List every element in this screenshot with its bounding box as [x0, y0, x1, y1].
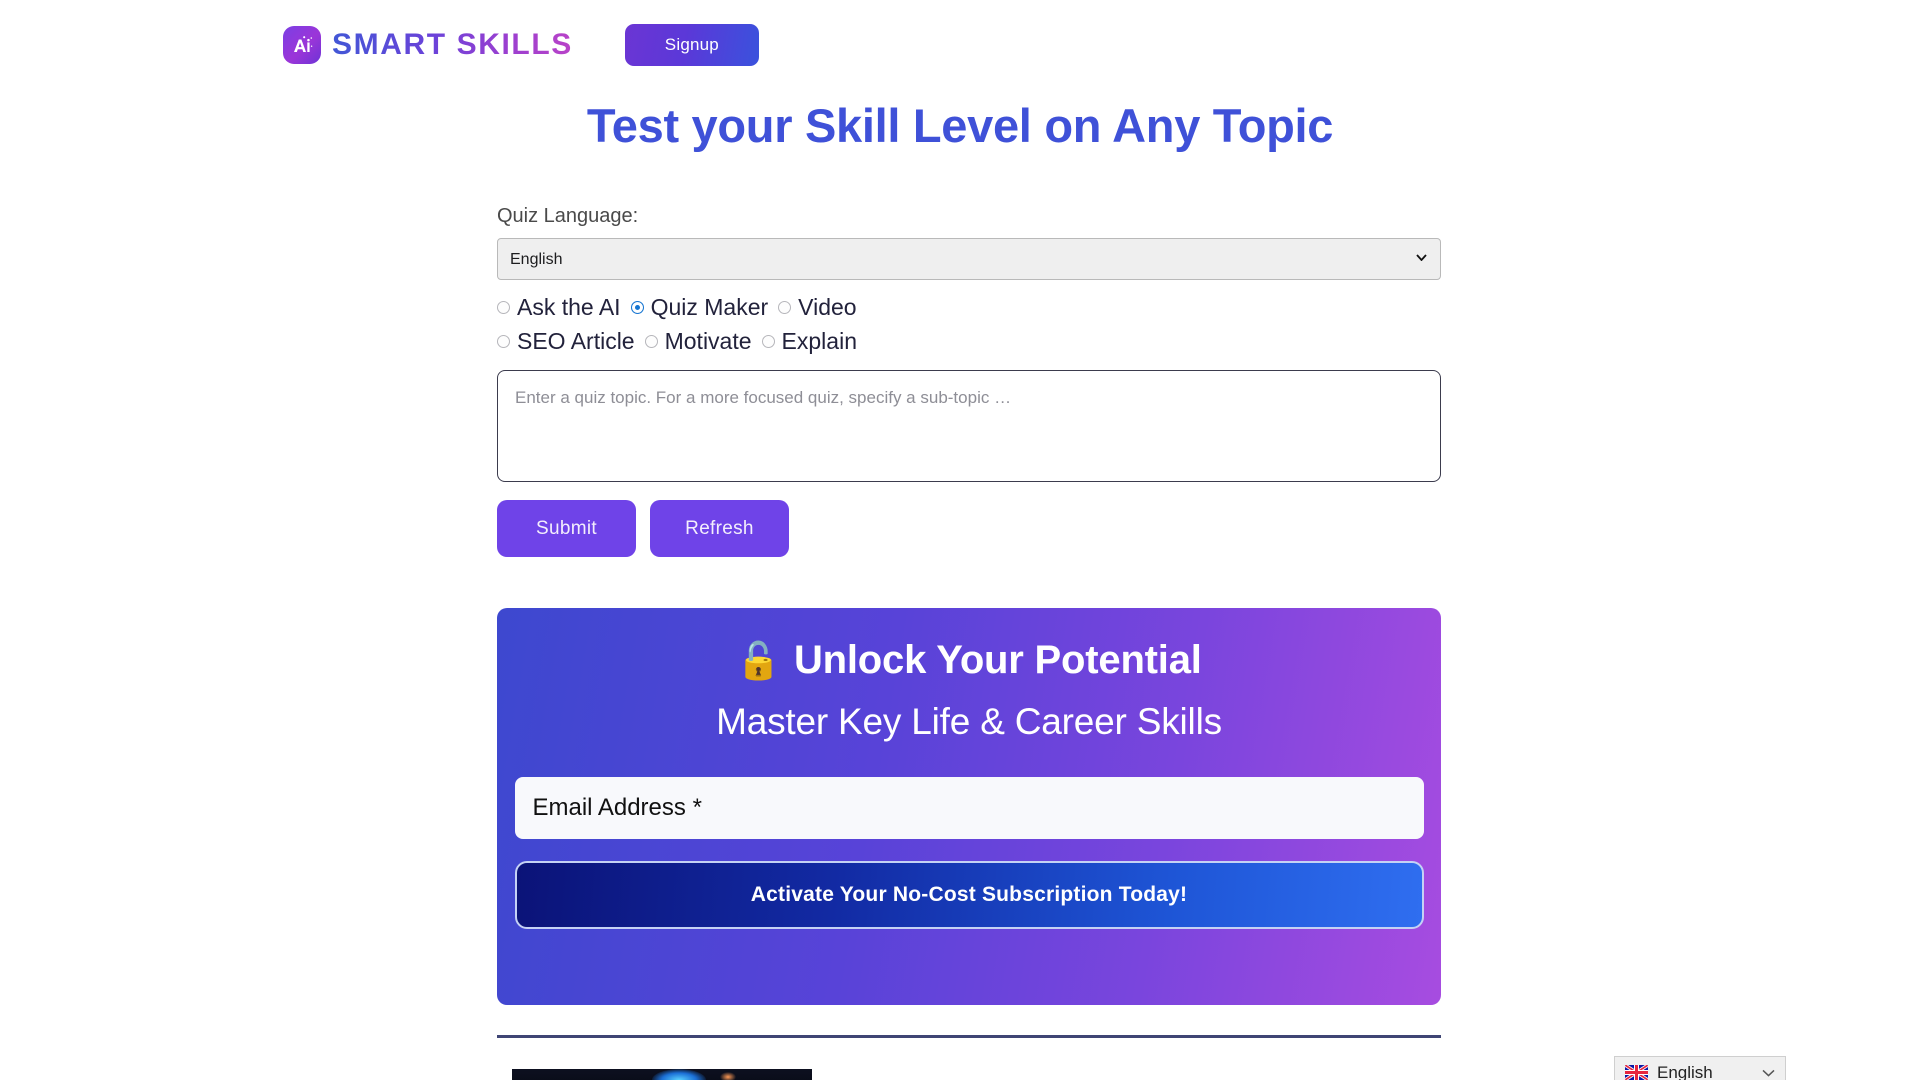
radio-label: Ask the AI [517, 294, 621, 320]
promo-title: 🔓 Unlock Your Potential [512, 638, 1426, 683]
brand-name: SMART SKILLS [332, 28, 573, 61]
radio-label: Video [798, 294, 857, 320]
radio-dot-selected-icon[interactable] [630, 301, 644, 314]
radio-dot-icon[interactable] [778, 301, 792, 314]
promo-title-text: Unlock Your Potential [793, 638, 1202, 682]
radio-dot-icon[interactable] [761, 335, 775, 348]
radio-label: Explain [781, 328, 857, 354]
radio-label: SEO Article [517, 328, 635, 354]
uk-flag-icon [1625, 1065, 1648, 1080]
app-logo-icon [283, 26, 321, 64]
newsletter-promo-card: 🔓 Unlock Your Potential Master Key Life … [497, 608, 1441, 1005]
section-divider [497, 1035, 1441, 1038]
radio-video[interactable]: Video [778, 294, 857, 321]
mode-radio-row-2: SEO Article Motivate Explain [497, 328, 1441, 355]
email-field[interactable] [514, 777, 1424, 839]
form-actions: Submit Refresh [497, 500, 1441, 557]
language-switcher-label: English [1657, 1062, 1713, 1080]
mode-radio-row-1: Ask the AI Quiz Maker Video [497, 294, 1441, 321]
page-title: Test your Skill Level on Any Topic [586, 99, 1334, 152]
chevron-down-icon [1762, 1069, 1775, 1077]
radio-dot-icon[interactable] [644, 335, 658, 348]
quiz-language-select-wrap: English [497, 238, 1441, 280]
radio-quiz-maker[interactable]: Quiz Maker [630, 294, 769, 321]
radio-motivate[interactable]: Motivate [644, 328, 752, 355]
radio-dot-icon[interactable] [497, 301, 510, 314]
thumbnail-spark [720, 1072, 736, 1080]
quiz-language-select[interactable]: English [497, 238, 1441, 280]
thumbnail-glow [652, 1069, 706, 1080]
radio-seo-article[interactable]: SEO Article [497, 328, 635, 355]
quiz-topic-input[interactable] [497, 370, 1441, 482]
page-root: SMART SKILLS Signup Test your Skill Leve… [0, 0, 1920, 1080]
radio-label: Quiz Maker [650, 294, 769, 320]
quiz-language-label: Quiz Language: [497, 205, 639, 227]
radio-label: Motivate [664, 328, 752, 354]
video-thumbnail[interactable] [512, 1069, 812, 1080]
radio-dot-icon[interactable] [497, 335, 510, 348]
site-header: SMART SKILLS Signup [0, 0, 1920, 90]
language-switcher[interactable]: English [1614, 1056, 1786, 1080]
promo-subtitle: Master Key Life & Career Skills [716, 701, 1222, 742]
quiz-form: Quiz Language: English Ask the AI Quiz M… [497, 205, 1441, 557]
brand: SMART SKILLS [283, 26, 573, 64]
signup-button[interactable]: Signup [624, 24, 759, 66]
radio-ask-the-ai[interactable]: Ask the AI [497, 294, 621, 321]
activate-subscription-button[interactable]: Activate Your No-Cost Subscription Today… [514, 861, 1424, 929]
refresh-button[interactable]: Refresh [650, 500, 789, 557]
unlock-padlock-icon: 🔓 [736, 639, 781, 681]
radio-explain[interactable]: Explain [761, 328, 857, 355]
submit-button[interactable]: Submit [497, 500, 636, 557]
